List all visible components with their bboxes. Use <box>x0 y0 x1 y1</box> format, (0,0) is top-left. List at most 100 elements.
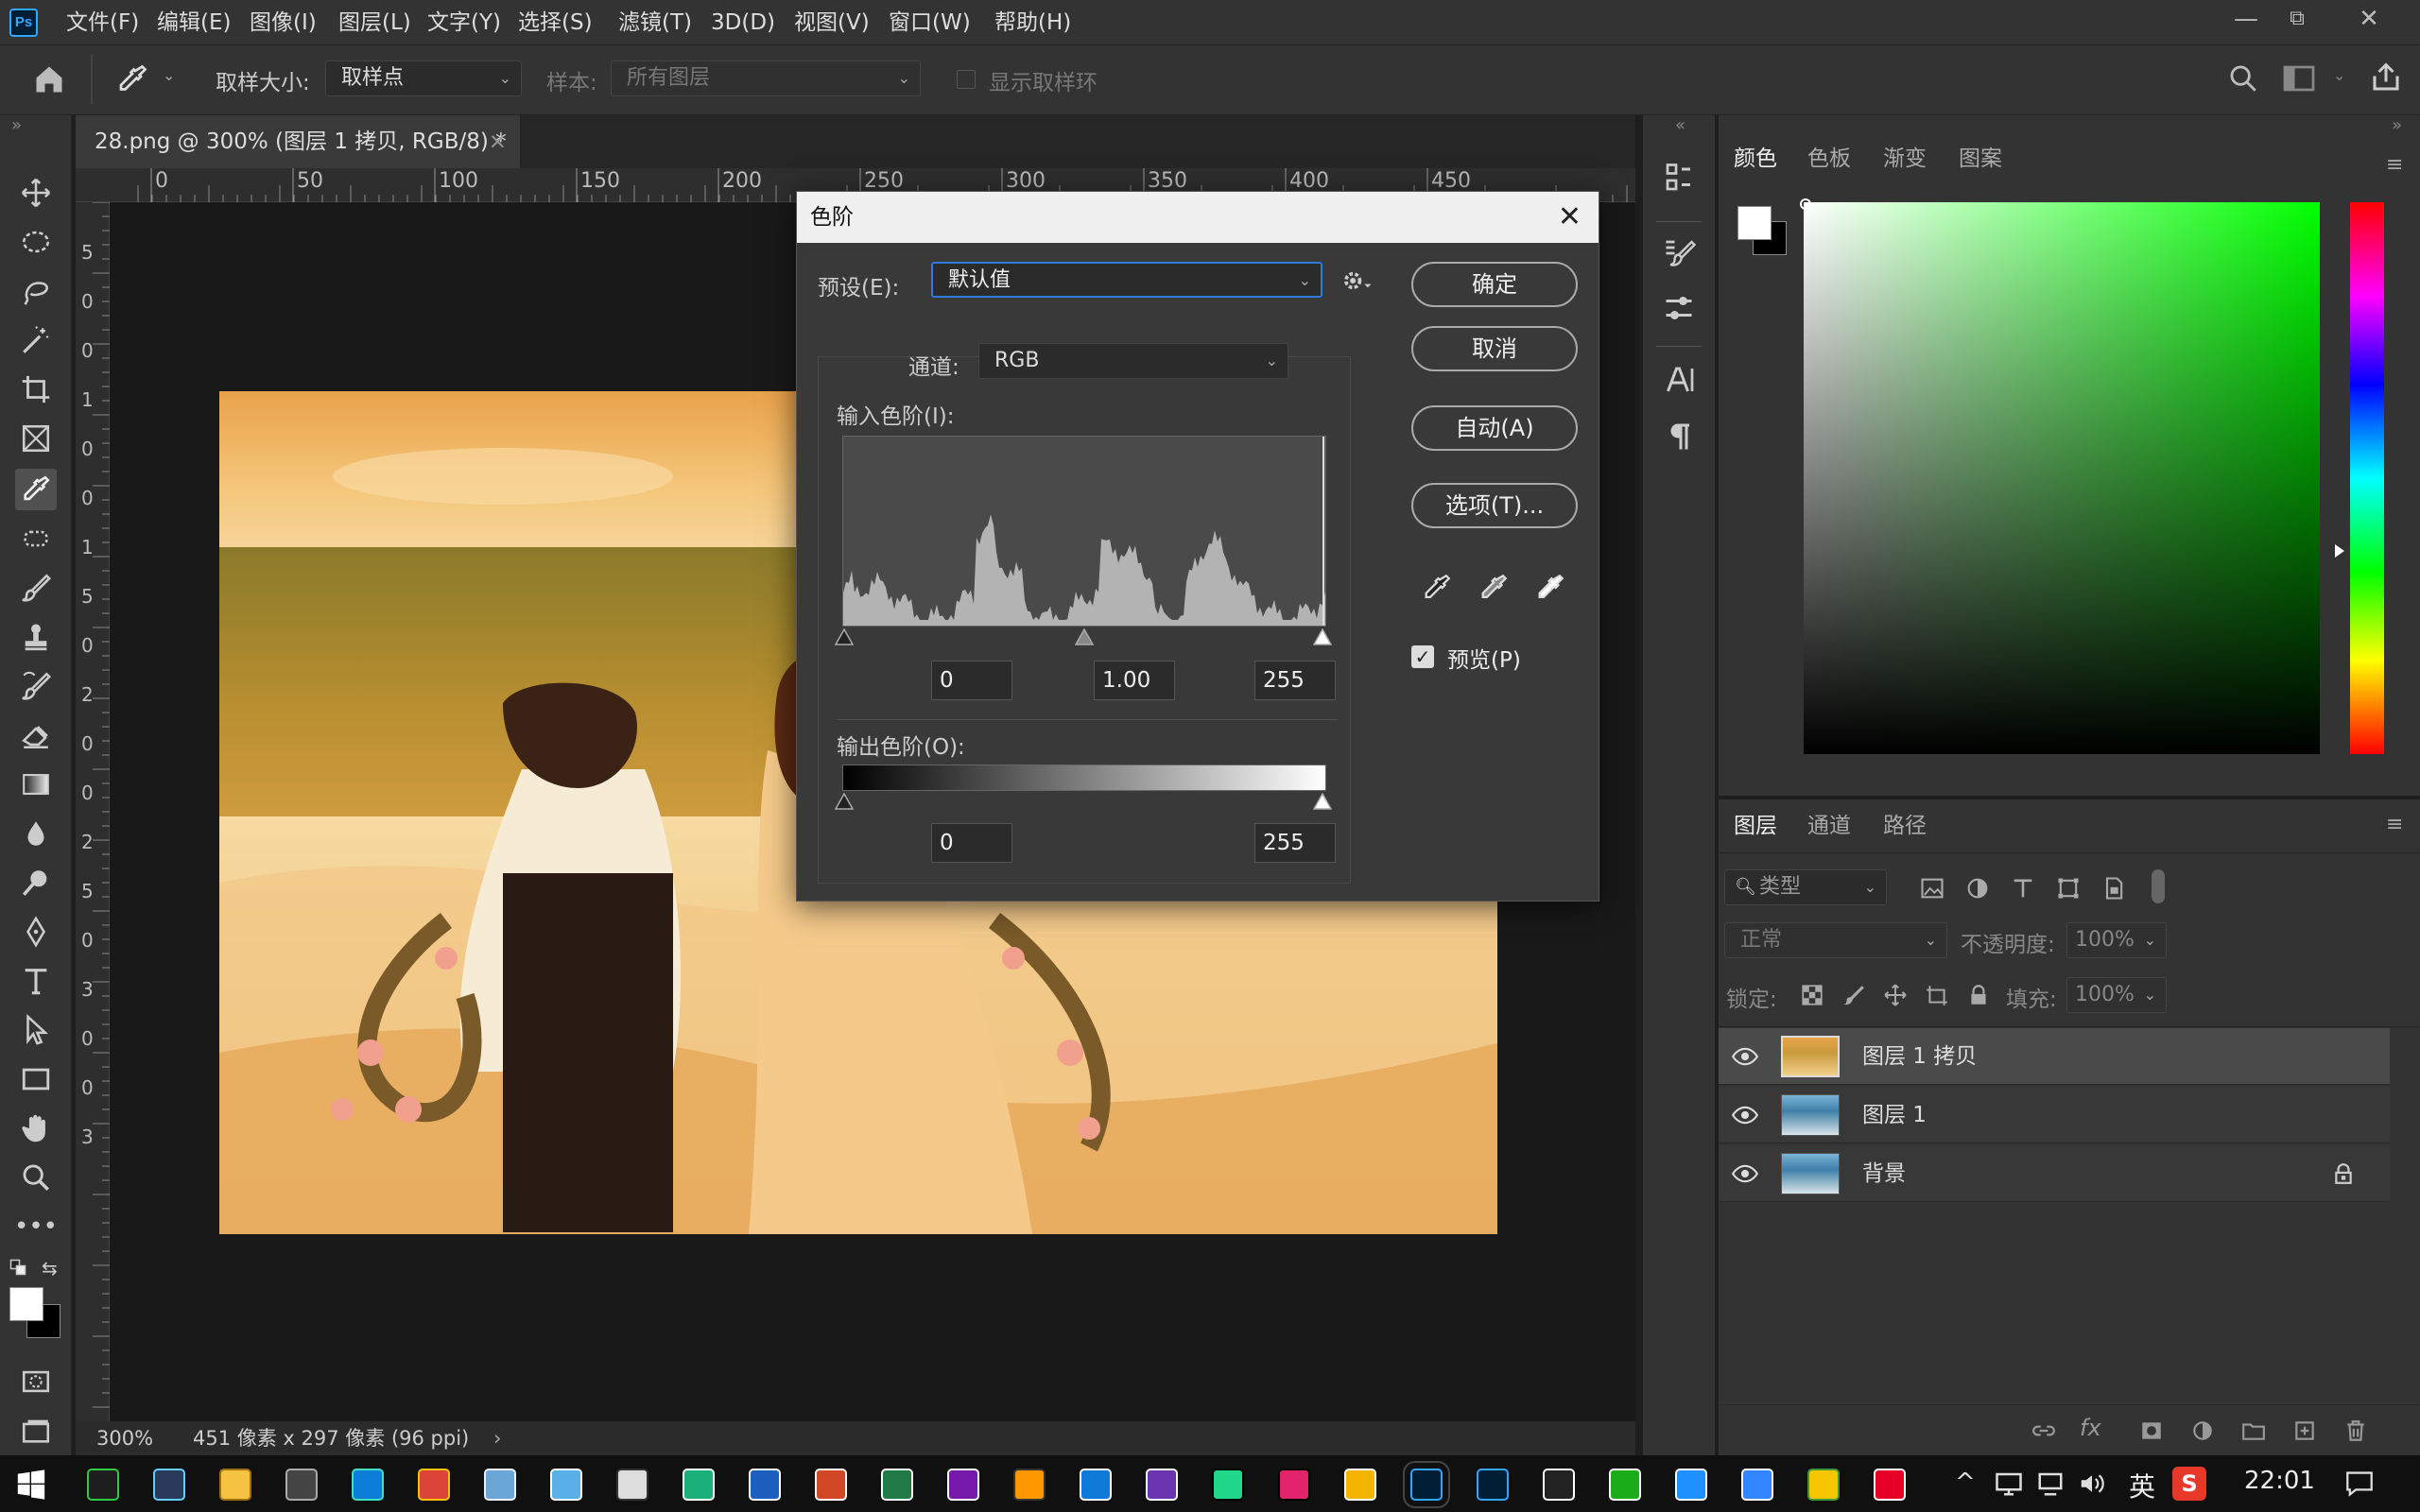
new-layer-icon[interactable] <box>2291 1418 2318 1443</box>
terminal-icon[interactable] <box>87 1469 119 1501</box>
menu-item[interactable]: 选择(S) <box>518 0 593 45</box>
onenote-icon[interactable] <box>947 1469 979 1501</box>
link-layers-icon[interactable] <box>2031 1418 2057 1443</box>
sample-select[interactable]: 所有图层 ⌄ <box>611 60 921 96</box>
excel-icon[interactable] <box>881 1469 913 1501</box>
hand-tool-icon[interactable] <box>17 1109 55 1147</box>
close-tab-icon[interactable]: × <box>489 115 507 168</box>
typora-icon[interactable] <box>616 1469 648 1501</box>
input-white-slider[interactable] <box>1313 628 1332 645</box>
yellow-app-icon[interactable] <box>1807 1469 1840 1501</box>
frame-tool-icon[interactable] <box>17 420 55 457</box>
hue-slider[interactable] <box>2350 202 2384 754</box>
tab-gradients[interactable]: 渐变 <box>1883 132 1927 185</box>
notepad-icon[interactable] <box>484 1469 516 1501</box>
pycharm-icon[interactable] <box>1212 1469 1244 1501</box>
zoom-level[interactable]: 300% <box>96 1421 153 1455</box>
brush-settings-icon[interactable] <box>1662 236 1696 270</box>
qq-icon[interactable] <box>1543 1469 1575 1501</box>
output-white-slider[interactable] <box>1313 793 1332 810</box>
gear-icon[interactable] <box>1341 267 1374 294</box>
magic-wand-tool-icon[interactable] <box>17 321 55 359</box>
black-point-eyedropper-icon[interactable] <box>1421 572 1453 604</box>
baidu-netdisk-icon[interactable] <box>1741 1469 1773 1501</box>
quick-mask-icon[interactable] <box>17 1363 55 1400</box>
color-picker-cursor[interactable] <box>1800 198 1811 210</box>
menu-item[interactable]: 文件(F) <box>66 0 139 45</box>
menu-item[interactable]: 帮助(H) <box>994 0 1071 45</box>
eyedropper-tool-icon[interactable] <box>15 469 57 510</box>
network-icon[interactable] <box>1995 1470 2023 1497</box>
volume-icon[interactable] <box>2078 1470 2106 1497</box>
home-icon[interactable] <box>32 62 66 96</box>
tab-channels[interactable]: 通道 <box>1807 799 1851 852</box>
close-icon[interactable]: ✕ <box>1558 192 1582 243</box>
collapse-chevron-icon[interactable]: » <box>2392 115 2402 135</box>
eyedropper-tool-icon[interactable] <box>115 62 149 96</box>
photoshop-icon[interactable] <box>1403 1461 1450 1508</box>
document-tab[interactable]: 28.png @ 300% (图层 1 拷贝, RGB/8) * × <box>76 115 520 168</box>
collapse-chevron-icon[interactable]: » <box>11 115 22 135</box>
swap-colors-icon[interactable]: ⇆ <box>42 1257 58 1280</box>
output-white-field[interactable]: 255 <box>1254 823 1336 863</box>
history-panel-icon[interactable] <box>1662 161 1696 195</box>
layer-name[interactable]: 背景 <box>1862 1145 1906 1202</box>
paragraph-panel-icon[interactable] <box>1664 420 1698 454</box>
input-white-field[interactable]: 255 <box>1254 661 1336 700</box>
search-icon[interactable] <box>2227 62 2259 94</box>
layer-row[interactable]: 背景 <box>1719 1145 2390 1202</box>
tab-paths[interactable]: 路径 <box>1883 799 1927 852</box>
blend-mode-select[interactable]: 正常 ⌄ <box>1724 922 1947 958</box>
wechat-icon[interactable] <box>1609 1469 1641 1501</box>
filter-toggle[interactable] <box>2152 869 2165 903</box>
chrome-browser-icon[interactable] <box>418 1469 450 1501</box>
ime-indicator[interactable]: 英 <box>2129 1467 2155 1504</box>
input-gamma-slider[interactable] <box>1075 628 1094 645</box>
powerpoint-icon[interactable] <box>815 1469 847 1501</box>
lock-icon[interactable] <box>2333 1162 2354 1185</box>
foreground-color-swatch[interactable] <box>1737 206 1772 240</box>
filter-type-icon[interactable] <box>2010 875 2036 902</box>
foreground-color-swatch[interactable] <box>9 1287 43 1321</box>
sample-size-select[interactable]: 取样点 ⌄ <box>325 60 522 96</box>
filter-adjustment-icon[interactable] <box>1964 875 1991 902</box>
edge-browser-icon[interactable] <box>352 1469 384 1501</box>
workspace-icon[interactable] <box>2282 64 2316 93</box>
clipboard-icon[interactable] <box>1344 1469 1376 1501</box>
channel-select[interactable]: RGB ⌄ <box>978 343 1288 379</box>
restore-button[interactable]: ⧉ <box>2269 0 2325 38</box>
screen-mode-icon[interactable] <box>17 1412 55 1450</box>
layer-name[interactable]: 图层 1 拷贝 <box>1862 1028 1977 1085</box>
adjustments-icon[interactable] <box>1662 291 1696 325</box>
feishu-icon[interactable] <box>1675 1469 1707 1501</box>
lightroom-icon[interactable] <box>1477 1469 1509 1501</box>
auto-button[interactable]: 自动(A) <box>1411 405 1578 451</box>
lasso-tool-icon[interactable] <box>17 272 55 310</box>
hue-slider-handle[interactable] <box>2335 544 2344 558</box>
cancel-button[interactable]: 取消 <box>1411 326 1578 371</box>
layer-name[interactable]: 图层 1 <box>1862 1087 1927 1143</box>
close-window-button[interactable]: ✕ <box>2341 0 2397 38</box>
layer-row[interactable]: 图层 1 <box>1719 1087 2390 1143</box>
menu-item[interactable]: 编辑(E) <box>157 0 231 45</box>
layer-style-icon[interactable]: fx <box>2080 1415 2101 1441</box>
menu-item[interactable]: 图像(I) <box>250 0 317 45</box>
type-tool-icon[interactable] <box>17 962 55 1000</box>
clock[interactable]: 22:01 <box>2244 1467 2315 1495</box>
menu-item[interactable]: 窗口(W) <box>889 0 971 45</box>
opacity-field[interactable]: 100% ⌄ <box>2066 922 2167 958</box>
computer-icon[interactable] <box>2036 1470 2065 1497</box>
history-brush-tool-icon[interactable] <box>17 667 55 705</box>
path-selection-tool-icon[interactable] <box>17 1011 55 1049</box>
input-black-slider[interactable] <box>835 628 854 645</box>
color-picker-field[interactable] <box>1804 202 2320 754</box>
visibility-eye-icon[interactable] <box>1732 1104 1758 1126</box>
tab-swatches[interactable]: 色板 <box>1807 132 1851 185</box>
input-black-field[interactable]: 0 <box>931 661 1012 700</box>
dodge-tool-icon[interactable] <box>17 864 55 902</box>
show-ring-checkbox[interactable] <box>957 70 976 89</box>
collapse-chevron-icon[interactable]: « <box>1675 115 1685 135</box>
mindmaster-icon[interactable] <box>683 1469 715 1501</box>
netease-music-icon[interactable] <box>1874 1469 1906 1501</box>
rectangle-tool-icon[interactable] <box>17 1060 55 1098</box>
